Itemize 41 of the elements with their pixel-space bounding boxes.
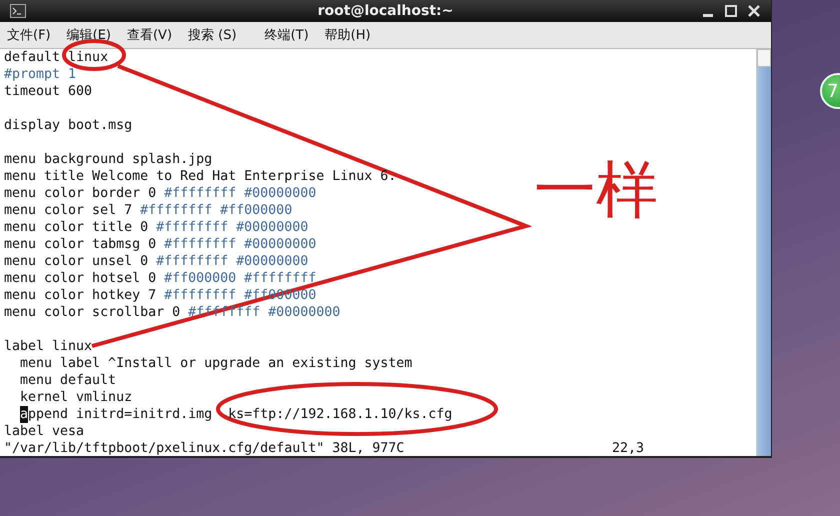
code-text: #ffffffff #00000000 xyxy=(164,185,316,202)
menu-item[interactable]: 文件(F) xyxy=(4,24,54,46)
close-icon[interactable] xyxy=(747,4,761,18)
code-text: kernel vmlinuz xyxy=(20,389,132,406)
code-text: timeout 600 xyxy=(4,83,92,100)
code-text: menu color hotsel 0 xyxy=(4,270,158,287)
code-text: #ffffffff #00000000 xyxy=(156,253,308,270)
code-text: menu label ^Install or upgrade an existing system xyxy=(20,355,412,372)
code-text: menu color title 0 xyxy=(4,219,150,236)
code-text: menu color border 0 xyxy=(4,185,158,202)
code-text: #prompt 1 xyxy=(4,66,76,83)
code-text: menu color sel 7 xyxy=(4,202,134,219)
maximize-icon[interactable] xyxy=(724,4,738,18)
cursor-character: a xyxy=(20,406,28,423)
menu-item[interactable]: 编辑(E) xyxy=(64,24,114,46)
code-text: label linux xyxy=(4,338,92,355)
scrollbar[interactable] xyxy=(756,49,771,456)
code-text: #ff000000 #ffffffff xyxy=(164,270,316,287)
code-text: menu default xyxy=(20,372,116,389)
menu-item[interactable]: 搜索 (S) xyxy=(185,24,240,46)
menu-item[interactable]: 帮助(H) xyxy=(322,24,374,46)
code-text: menu title Welcome to Red Hat Enterprise Linux 6. xyxy=(4,168,396,185)
code-text: menu color scrollbar 0 xyxy=(4,304,182,321)
code-text: label vesa xyxy=(4,423,84,440)
code-text: menu color unsel 0 xyxy=(4,253,150,270)
code-text: #ffffffff #ff000000 xyxy=(140,202,292,219)
code-text: menu background splash.jpg xyxy=(4,151,212,168)
cursor-position: 22,3 xyxy=(612,440,644,457)
window-title: root@localhost:~ xyxy=(318,3,454,19)
code-text: #ffffffff #00000000 xyxy=(164,236,316,253)
code-text: ppend initrd=initrd.img ks=ftp://192.168.1.10/ks.cfg xyxy=(28,406,452,423)
menu-item[interactable]: 终端(T) xyxy=(262,24,312,46)
terminal-icon xyxy=(10,4,26,18)
status-message: "/var/lib/tftpboot/pxelinux.cfg/default" 38L, 977C xyxy=(4,440,404,457)
code-text: #ffffffff #00000000 xyxy=(156,219,308,236)
handwritten-note: 一样 xyxy=(534,152,658,228)
menu-item[interactable]: 查看(V) xyxy=(124,24,176,46)
code-text: menu color tabmsg 0 xyxy=(4,236,158,253)
code-text: menu color hotkey 7 xyxy=(4,287,158,304)
code-text: display boot.msg xyxy=(4,117,132,134)
code-text: default linux xyxy=(4,49,108,66)
